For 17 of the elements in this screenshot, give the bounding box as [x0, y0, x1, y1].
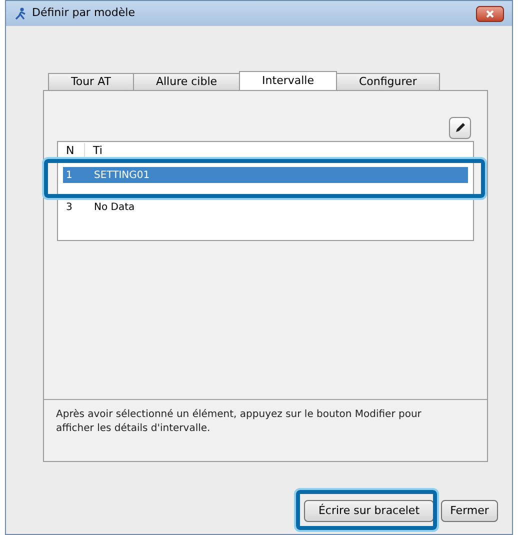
tab[interactable]: Allure cible: [132, 73, 240, 90]
window-title: Définir par modèle: [32, 5, 135, 22]
edit-button[interactable]: [449, 117, 471, 139]
pencil-icon: [454, 122, 466, 134]
tab[interactable]: Configurer: [336, 73, 440, 90]
column-header: Ti: [92, 142, 102, 159]
column-header: N: [58, 142, 85, 160]
tab[interactable]: Tour AT: [48, 73, 134, 90]
list-row[interactable]: 3 No Data: [63, 199, 468, 215]
dialog-button[interactable]: Fermer: [441, 500, 498, 522]
tab[interactable]: Intervalle: [239, 71, 337, 90]
close-icon: [486, 10, 494, 18]
hint-text: Après avoir sélectionné un élément, appuyez sur le bouton Modifier pour afficher les détails d'intervalle.: [56, 408, 422, 436]
dialog-button[interactable]: Écrire sur bracelet: [304, 500, 434, 522]
close-button[interactable]: [476, 6, 504, 22]
runner-icon: [14, 6, 28, 20]
list-row[interactable]: 1 SETTING01: [63, 167, 468, 183]
